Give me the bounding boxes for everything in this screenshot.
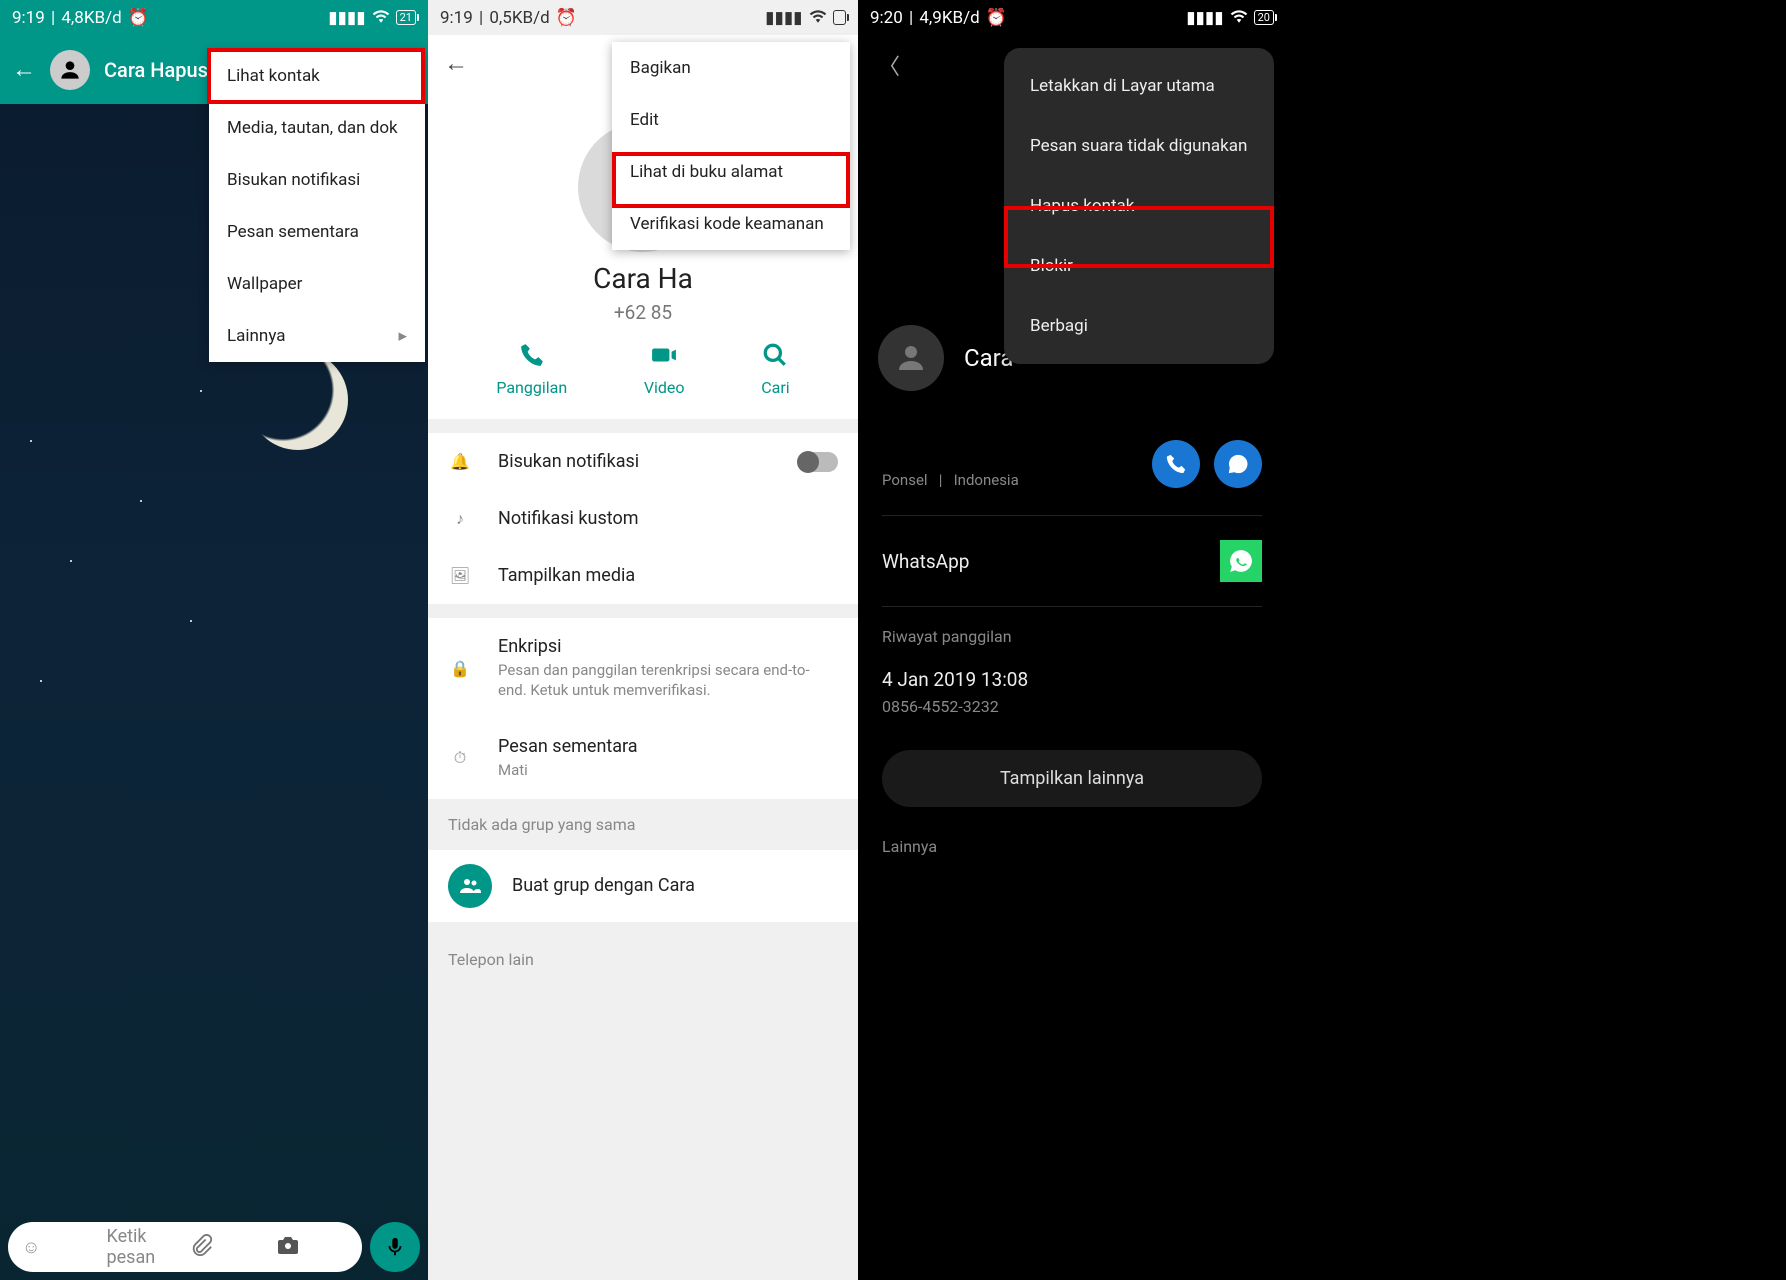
screenshot-3-contact-detail: 9:20 | 4,9KB/d ⏰ ▮▮▮▮ 20 〈 Cara Letakkan…: [858, 0, 1286, 1280]
action-buttons: Panggilan Video Cari: [428, 324, 858, 419]
status-speed: 0,5KB/d: [489, 8, 549, 28]
group-icon: [448, 864, 492, 908]
search-button[interactable]: Cari: [761, 342, 789, 397]
create-group-row[interactable]: Buat grup dengan Cara: [428, 850, 858, 922]
camera-icon[interactable]: [276, 1233, 349, 1262]
no-groups-label: Tidak ada grup yang sama: [428, 799, 858, 850]
message-button[interactable]: [1214, 440, 1262, 488]
whatsapp-icon: [1220, 540, 1262, 582]
menu-more[interactable]: Lainnya▸: [209, 310, 425, 362]
status-bar: 9:19 | 0,5KB/d ⏰ ▮▮▮▮: [428, 0, 858, 35]
row-encryption[interactable]: 🔒 Enkripsi Pesan dan panggilan terenkrip…: [428, 618, 858, 718]
menu-voicemail[interactable]: Pesan suara tidak digunakan: [1004, 116, 1274, 176]
chat-options-menu: Lihat kontak Media, tautan, dan dok Bisu…: [209, 50, 425, 362]
menu-homescreen[interactable]: Letakkan di Layar utama: [1004, 56, 1274, 116]
status-bar: 9:20 | 4,9KB/d ⏰ ▮▮▮▮ 20: [858, 0, 1286, 35]
row-mute[interactable]: 🔔 Bisukan notifikasi: [428, 433, 858, 490]
row-custom-notif[interactable]: ♪ Notifikasi kustom: [428, 490, 858, 547]
status-time: 9:19: [12, 8, 45, 28]
contact-options-menu: Letakkan di Layar utama Pesan suara tida…: [1004, 48, 1274, 364]
mic-button[interactable]: [370, 1222, 420, 1272]
emoji-icon[interactable]: ☺: [22, 1237, 95, 1258]
other-label: Lainnya: [858, 817, 1286, 870]
contact-name: Cara Ha: [428, 262, 858, 295]
other-phone-label: Telepon lain: [428, 934, 858, 985]
contact-options-menu: Bagikan Edit Lihat di buku alamat Verifi…: [612, 42, 850, 250]
menu-delete-contact[interactable]: Hapus kontak: [1004, 176, 1274, 236]
wifi-icon: [372, 8, 390, 28]
stars-background: [0, 300, 428, 1280]
bell-icon: 🔔: [448, 452, 472, 471]
video-button[interactable]: Video: [644, 342, 685, 397]
wifi-icon: [809, 8, 827, 28]
menu-wallpaper[interactable]: Wallpaper: [209, 258, 425, 310]
signal-icon: ▮▮▮▮: [1186, 8, 1223, 28]
menu-view-addressbook[interactable]: Lihat di buku alamat: [612, 146, 850, 198]
signal-icon: ▮▮▮▮: [328, 8, 365, 28]
alarm-icon: ⏰: [982, 8, 1007, 28]
battery-icon: [833, 10, 846, 25]
note-icon: ♪: [448, 509, 472, 529]
mute-toggle[interactable]: [798, 452, 838, 472]
signal-icon: ▮▮▮▮: [765, 8, 802, 28]
attach-icon[interactable]: [191, 1234, 264, 1261]
status-bar: 9:19 | 4,8KB/d ⏰ ▮▮▮▮ 21: [0, 0, 428, 35]
alarm-icon: ⏰: [124, 8, 149, 28]
menu-verify[interactable]: Verifikasi kode keamanan: [612, 198, 850, 250]
call-history-label: Riwayat panggilan: [858, 607, 1286, 660]
menu-share[interactable]: Berbagi: [1004, 296, 1274, 356]
image-icon: 🖼: [448, 566, 472, 585]
contact-action-buttons: [1152, 440, 1262, 488]
settings-section: 🔔 Bisukan notifikasi ♪ Notifikasi kustom…: [428, 433, 858, 604]
call-history-item[interactable]: 4 Jan 2019 13:08 0856-4552-3232: [858, 660, 1286, 740]
status-time: 9:19: [440, 8, 473, 28]
menu-media[interactable]: Media, tautan, dan dok: [209, 102, 425, 154]
menu-mute[interactable]: Bisukan notifikasi: [209, 154, 425, 206]
chevron-right-icon: ▸: [398, 326, 407, 346]
back-icon[interactable]: ←: [12, 55, 36, 84]
contact-phone: +62 85: [428, 301, 858, 324]
battery-icon: 20: [1254, 10, 1274, 25]
row-media[interactable]: 🖼 Tampilkan media: [428, 547, 858, 604]
whatsapp-row[interactable]: WhatsApp: [858, 516, 1286, 606]
menu-temp-msg[interactable]: Pesan sementara: [209, 206, 425, 258]
lock-icon: 🔒: [448, 659, 472, 678]
battery-icon: 21: [396, 10, 416, 25]
avatar[interactable]: [50, 50, 90, 90]
message-input-bar: ☺ Ketik pesan: [8, 1222, 420, 1272]
status-speed: 4,9KB/d: [919, 8, 979, 28]
row-temp-msg[interactable]: ⏱ Pesan sementara Mati: [428, 718, 858, 799]
security-section: 🔒 Enkripsi Pesan dan panggilan terenkrip…: [428, 618, 858, 799]
call-button[interactable]: [1152, 440, 1200, 488]
call-button[interactable]: Panggilan: [496, 342, 567, 397]
show-more-button[interactable]: Tampilkan lainnya: [882, 750, 1262, 807]
wifi-icon: [1230, 8, 1248, 28]
menu-view-contact[interactable]: Lihat kontak: [209, 50, 425, 102]
menu-edit[interactable]: Edit: [612, 94, 850, 146]
message-input[interactable]: ☺ Ketik pesan: [8, 1222, 362, 1272]
avatar[interactable]: [878, 325, 944, 391]
status-speed: 4,8KB/d: [61, 8, 121, 28]
screenshot-2-contact-info: 9:19 | 0,5KB/d ⏰ ▮▮▮▮ ← Cara Ha +62 85 P…: [428, 0, 858, 1280]
alarm-icon: ⏰: [552, 8, 577, 28]
menu-share[interactable]: Bagikan: [612, 42, 850, 94]
status-time: 9:20: [870, 8, 903, 28]
timer-icon: ⏱: [448, 748, 472, 768]
menu-block[interactable]: Blokir: [1004, 236, 1274, 296]
back-icon[interactable]: ←: [444, 49, 468, 78]
back-icon[interactable]: 〈: [878, 55, 900, 80]
message-placeholder: Ketik pesan: [107, 1226, 180, 1268]
screenshot-1-whatsapp-chat: 9:19 | 4,8KB/d ⏰ ▮▮▮▮ 21 ← Cara Hapus Ko…: [0, 0, 428, 1280]
